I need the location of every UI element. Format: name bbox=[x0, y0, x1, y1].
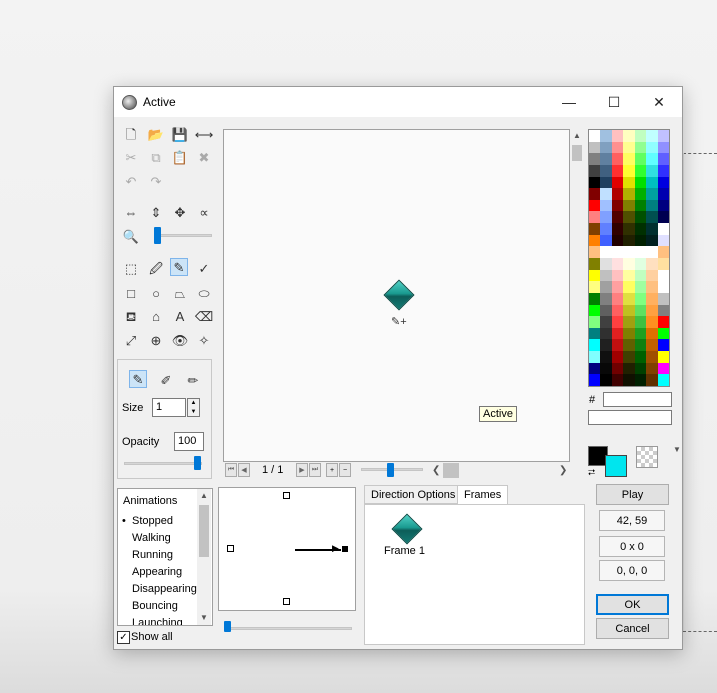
brush-mode-2-icon[interactable]: ✐ bbox=[157, 371, 175, 389]
size-label: Size bbox=[122, 402, 144, 414]
paste-icon[interactable]: 📋 bbox=[171, 148, 189, 166]
delete-icon[interactable]: ✖ bbox=[195, 148, 213, 166]
direction-handle-down[interactable] bbox=[283, 598, 290, 605]
transparent-color-swatch[interactable] bbox=[636, 446, 658, 468]
show-all-label: Show all bbox=[131, 631, 173, 643]
horizontal-scroll-thumb[interactable] bbox=[443, 463, 459, 478]
hex-color-input[interactable] bbox=[603, 392, 672, 407]
canvas-navigation-bar: ⏮ ◀ 1 / 1 ▶ ⏭ + − ❮ ❯ bbox=[225, 463, 570, 479]
fill-bucket-icon[interactable]: ⛾ bbox=[122, 307, 140, 325]
opacity-slider-thumb[interactable] bbox=[194, 456, 201, 470]
rgb-field: 0, 0, 0 bbox=[599, 560, 665, 581]
frames-tab-panel: Direction Options Frames Frame 1 bbox=[364, 485, 585, 645]
size-field: 0 x 0 bbox=[599, 536, 665, 557]
palette-scrollbar[interactable]: ▼ bbox=[670, 129, 684, 457]
brush-mode-1-icon[interactable]: ✎ bbox=[129, 370, 147, 388]
size-input[interactable]: 1 bbox=[152, 398, 186, 417]
tab-frames[interactable]: Frames bbox=[457, 485, 509, 505]
rectangle-icon[interactable]: □ bbox=[122, 284, 140, 302]
show-all-checkbox[interactable]: ✓ bbox=[117, 631, 130, 644]
sprite-image bbox=[383, 279, 415, 311]
eyedropper-icon[interactable]: 🖉 bbox=[147, 259, 165, 277]
coordinates-field: 42, 59 bbox=[599, 510, 665, 531]
flip-vertical-icon[interactable]: ⇕ bbox=[147, 203, 165, 221]
brush-cursor-icon: ✎+ bbox=[391, 316, 407, 328]
color-palette[interactable] bbox=[588, 129, 670, 387]
new-file-icon[interactable]: 🗋 bbox=[122, 125, 140, 143]
flip-horizontal-icon[interactable]: ⇔ bbox=[122, 203, 140, 221]
window-title: Active bbox=[143, 95, 176, 109]
direction-handle-left[interactable] bbox=[227, 545, 234, 552]
tooltip: Active bbox=[479, 406, 517, 422]
add-frame-button[interactable]: + bbox=[326, 463, 338, 477]
size-stepper[interactable]: ▲ ▼ bbox=[187, 398, 200, 417]
view-icon[interactable]: 👁 bbox=[171, 331, 189, 349]
eraser-icon[interactable]: ⌫ bbox=[195, 307, 213, 325]
opacity-slider-track[interactable] bbox=[124, 462, 202, 465]
animations-scrollbar[interactable]: ▲ ▼ bbox=[197, 489, 211, 625]
next-frame-button[interactable]: ▶ bbox=[296, 463, 308, 477]
action-point-icon[interactable]: ⤢ bbox=[122, 331, 140, 349]
scroll-right-icon[interactable]: ❯ bbox=[559, 465, 567, 476]
maximize-button[interactable]: ☐ bbox=[591, 87, 637, 117]
zoom-slider-track[interactable] bbox=[154, 234, 212, 237]
tab-direction-options[interactable]: Direction Options bbox=[364, 485, 463, 504]
frames-list[interactable]: Frame 1 bbox=[364, 504, 585, 645]
scroll-left-icon[interactable]: ❮ bbox=[432, 465, 440, 476]
speed-slider-thumb[interactable] bbox=[387, 463, 394, 477]
selection-icon[interactable]: ⬚ bbox=[122, 259, 140, 277]
direction-handle-right[interactable] bbox=[342, 546, 348, 552]
previous-frame-button[interactable]: ◀ bbox=[238, 463, 250, 477]
close-button[interactable]: ✕ bbox=[636, 87, 682, 117]
ellipse-icon[interactable]: ○ bbox=[147, 284, 165, 302]
frame-thumbnail[interactable]: Frame 1 bbox=[381, 511, 435, 565]
frame-counter: 1 / 1 bbox=[262, 464, 284, 476]
app-icon bbox=[122, 95, 137, 110]
copy-icon[interactable]: ⧉ bbox=[147, 148, 165, 166]
zoom-icon: 🔍 bbox=[122, 228, 140, 244]
undo-icon[interactable]: ↶ bbox=[122, 172, 140, 190]
cut-icon[interactable]: ✂ bbox=[122, 148, 140, 166]
direction-slider-thumb[interactable] bbox=[224, 621, 231, 632]
freeform-shape-icon[interactable]: ⬭ bbox=[195, 284, 213, 302]
direction-handle-up[interactable] bbox=[283, 492, 290, 499]
redo-icon[interactable]: ↷ bbox=[147, 172, 165, 190]
import-icon[interactable]: ⌂ bbox=[147, 307, 165, 325]
remove-frame-button[interactable]: − bbox=[339, 463, 351, 477]
tool-options-panel: ✎ ✐ ✏ Size 1 ▲ ▼ Opacity 100 bbox=[117, 359, 212, 479]
first-frame-button[interactable]: ⏮ bbox=[225, 463, 237, 477]
direction-preview[interactable]: ▶ bbox=[218, 487, 356, 611]
opacity-input[interactable]: 100 bbox=[174, 432, 204, 451]
sparkle-icon[interactable]: ✧ bbox=[195, 331, 213, 349]
zoom-slider-thumb[interactable] bbox=[154, 227, 161, 244]
opacity-label: Opacity bbox=[122, 436, 160, 448]
last-frame-button[interactable]: ⏭ bbox=[309, 463, 321, 477]
cancel-button[interactable]: Cancel bbox=[596, 618, 669, 639]
drawing-canvas[interactable]: ✎+ Active bbox=[223, 129, 570, 462]
brush-mode-3-icon[interactable]: ✏ bbox=[184, 371, 202, 389]
rotate-icon[interactable]: ∝ bbox=[195, 203, 213, 221]
direction-arrowhead-icon: ▶ bbox=[332, 543, 339, 553]
link-icon[interactable]: ⟷ bbox=[195, 125, 214, 143]
play-button[interactable]: Play bbox=[596, 484, 669, 505]
color-name-field[interactable] bbox=[588, 410, 672, 425]
ok-button[interactable]: OK bbox=[596, 594, 669, 615]
polygon-icon[interactable]: ⏢ bbox=[171, 284, 189, 302]
swap-colors-icon[interactable]: ⮂ bbox=[588, 467, 595, 478]
resize-icon[interactable]: ✥ bbox=[171, 203, 189, 221]
minimize-button[interactable]: — bbox=[546, 87, 592, 117]
title-bar[interactable]: Active — ☐ ✕ bbox=[114, 87, 682, 117]
frame-label: Frame 1 bbox=[384, 545, 425, 557]
animation-editor-window: Active — ☐ ✕ 🗋 📂 💾 ⟷ ✂ ⧉ 📋 ✖ ↶ ↷ ⇔ ⇕ ✥ ∝… bbox=[113, 86, 683, 650]
direction-slider-track[interactable] bbox=[224, 627, 352, 630]
canvas-vertical-scrollbar[interactable]: ▲ bbox=[570, 129, 584, 462]
brush-icon[interactable]: ✎ bbox=[170, 258, 188, 276]
hex-hash-label: # bbox=[589, 394, 596, 406]
hotspot-icon[interactable]: ⊕ bbox=[147, 331, 165, 349]
background-color-swatch[interactable] bbox=[605, 455, 627, 477]
text-icon[interactable]: A bbox=[171, 307, 189, 325]
open-folder-icon[interactable]: 📂 bbox=[147, 125, 165, 143]
save-icon[interactable]: 💾 bbox=[171, 125, 189, 143]
line-icon[interactable]: ✓ bbox=[195, 259, 213, 277]
